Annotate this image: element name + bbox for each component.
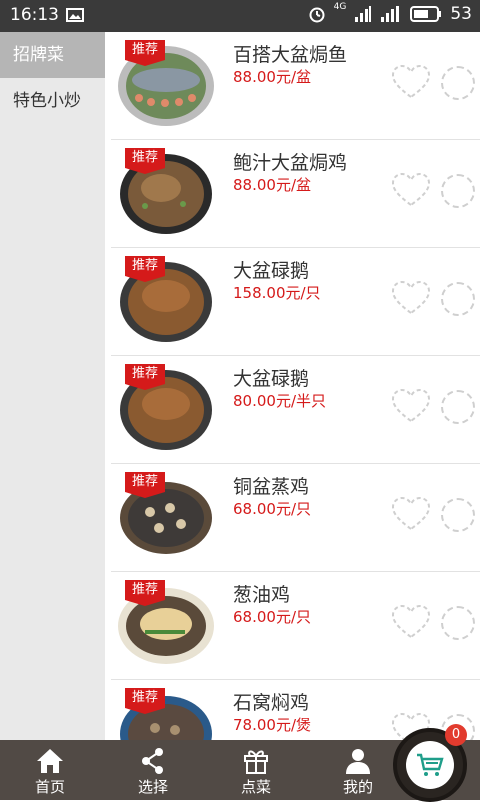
dish-name: 石窝焖鸡 <box>233 692 310 714</box>
signal-icon-2 <box>381 6 400 22</box>
recommend-badge: 推荐 <box>125 40 165 66</box>
select-circle-icon[interactable] <box>441 498 475 532</box>
tab-label: 我的 <box>342 778 373 796</box>
recommend-badge: 推荐 <box>125 580 165 606</box>
cart-count-badge: 0 <box>445 724 467 746</box>
dish-name: 百搭大盆焗鱼 <box>233 44 348 66</box>
recommend-badge: 推荐 <box>125 688 165 714</box>
dish-item[interactable]: 推荐 铜盆蒸鸡 68.00元/只 <box>111 464 480 572</box>
tab-order[interactable]: 点菜 <box>206 740 306 800</box>
dish-item[interactable]: 推荐 葱油鸡 68.00元/只 <box>111 572 480 680</box>
recommend-badge: 推荐 <box>125 256 165 282</box>
dish-price: 68.00元/只 <box>233 500 311 518</box>
cart-icon <box>417 753 444 776</box>
signal-icon <box>355 6 372 22</box>
tab-label: 选择 <box>137 778 168 796</box>
alarm-icon <box>309 7 325 23</box>
battery-icon <box>410 6 442 22</box>
battery-level: 53 <box>450 4 472 24</box>
recommend-badge: 推荐 <box>125 472 165 498</box>
home-icon <box>37 749 63 773</box>
dish-item[interactable]: 推荐 百搭大盆焗鱼 88.00元/盆 <box>111 32 480 140</box>
dish-name: 铜盆蒸鸡 <box>233 476 310 498</box>
recommend-badge: 推荐 <box>125 364 165 390</box>
cart-button-face <box>406 741 454 789</box>
select-circle-icon[interactable] <box>441 606 475 640</box>
share-icon <box>142 748 163 774</box>
category-sidebar: 招牌菜 特色小炒 <box>0 32 105 740</box>
dish-item[interactable]: 推荐 大盆碌鹅 80.00元/半只 <box>111 356 480 464</box>
favorite-heart-icon[interactable] <box>391 280 431 316</box>
dish-price: 88.00元/盆 <box>233 68 311 86</box>
tab-select[interactable]: 选择 <box>103 740 203 800</box>
select-circle-icon[interactable] <box>441 390 475 424</box>
dish-price: 158.00元/只 <box>233 284 321 302</box>
dish-list[interactable]: 推荐 百搭大盆焗鱼 88.00元/盆 推荐 鲍汁大盆焗鸡 88.00元/盆 推荐… <box>105 32 480 740</box>
dish-price: 78.00元/煲 <box>233 716 311 734</box>
dish-price: 80.00元/半只 <box>233 392 326 410</box>
favorite-heart-icon[interactable] <box>391 172 431 208</box>
status-indicators: 4G 53 <box>308 2 472 24</box>
dish-item[interactable]: 推荐 大盆碌鹅 158.00元/只 <box>111 248 480 356</box>
dish-name: 鲍汁大盆焗鸡 <box>233 152 348 174</box>
favorite-heart-icon[interactable] <box>391 64 431 100</box>
select-circle-icon[interactable] <box>441 282 475 316</box>
select-circle-icon[interactable] <box>441 66 475 100</box>
picture-icon <box>66 8 84 22</box>
dish-name: 大盆碌鹅 <box>233 260 310 282</box>
status-bar: 16:13 4G 53 <box>0 0 480 32</box>
dish-price: 88.00元/盆 <box>233 176 311 194</box>
favorite-heart-icon[interactable] <box>391 388 431 424</box>
dish-name: 大盆碌鹅 <box>233 368 310 390</box>
status-time: 16:13 <box>10 5 59 25</box>
tab-label: 点菜 <box>240 778 271 796</box>
network-type: 4G <box>333 2 347 12</box>
favorite-heart-icon[interactable] <box>391 604 431 640</box>
recommend-badge: 推荐 <box>125 148 165 174</box>
dish-price: 68.00元/只 <box>233 608 311 626</box>
sidebar-item-signature[interactable]: 招牌菜 <box>0 32 105 78</box>
favorite-heart-icon[interactable] <box>391 496 431 532</box>
dish-item[interactable]: 推荐 鲍汁大盆焗鸡 88.00元/盆 <box>111 140 480 248</box>
gift-icon <box>244 750 268 774</box>
dish-name: 葱油鸡 <box>233 584 291 606</box>
select-circle-icon[interactable] <box>441 174 475 208</box>
sidebar-item-stir-fry[interactable]: 特色小炒 <box>0 78 105 124</box>
tab-home[interactable]: 首页 <box>0 740 100 800</box>
user-icon <box>346 749 370 774</box>
tab-label: 首页 <box>34 778 65 796</box>
